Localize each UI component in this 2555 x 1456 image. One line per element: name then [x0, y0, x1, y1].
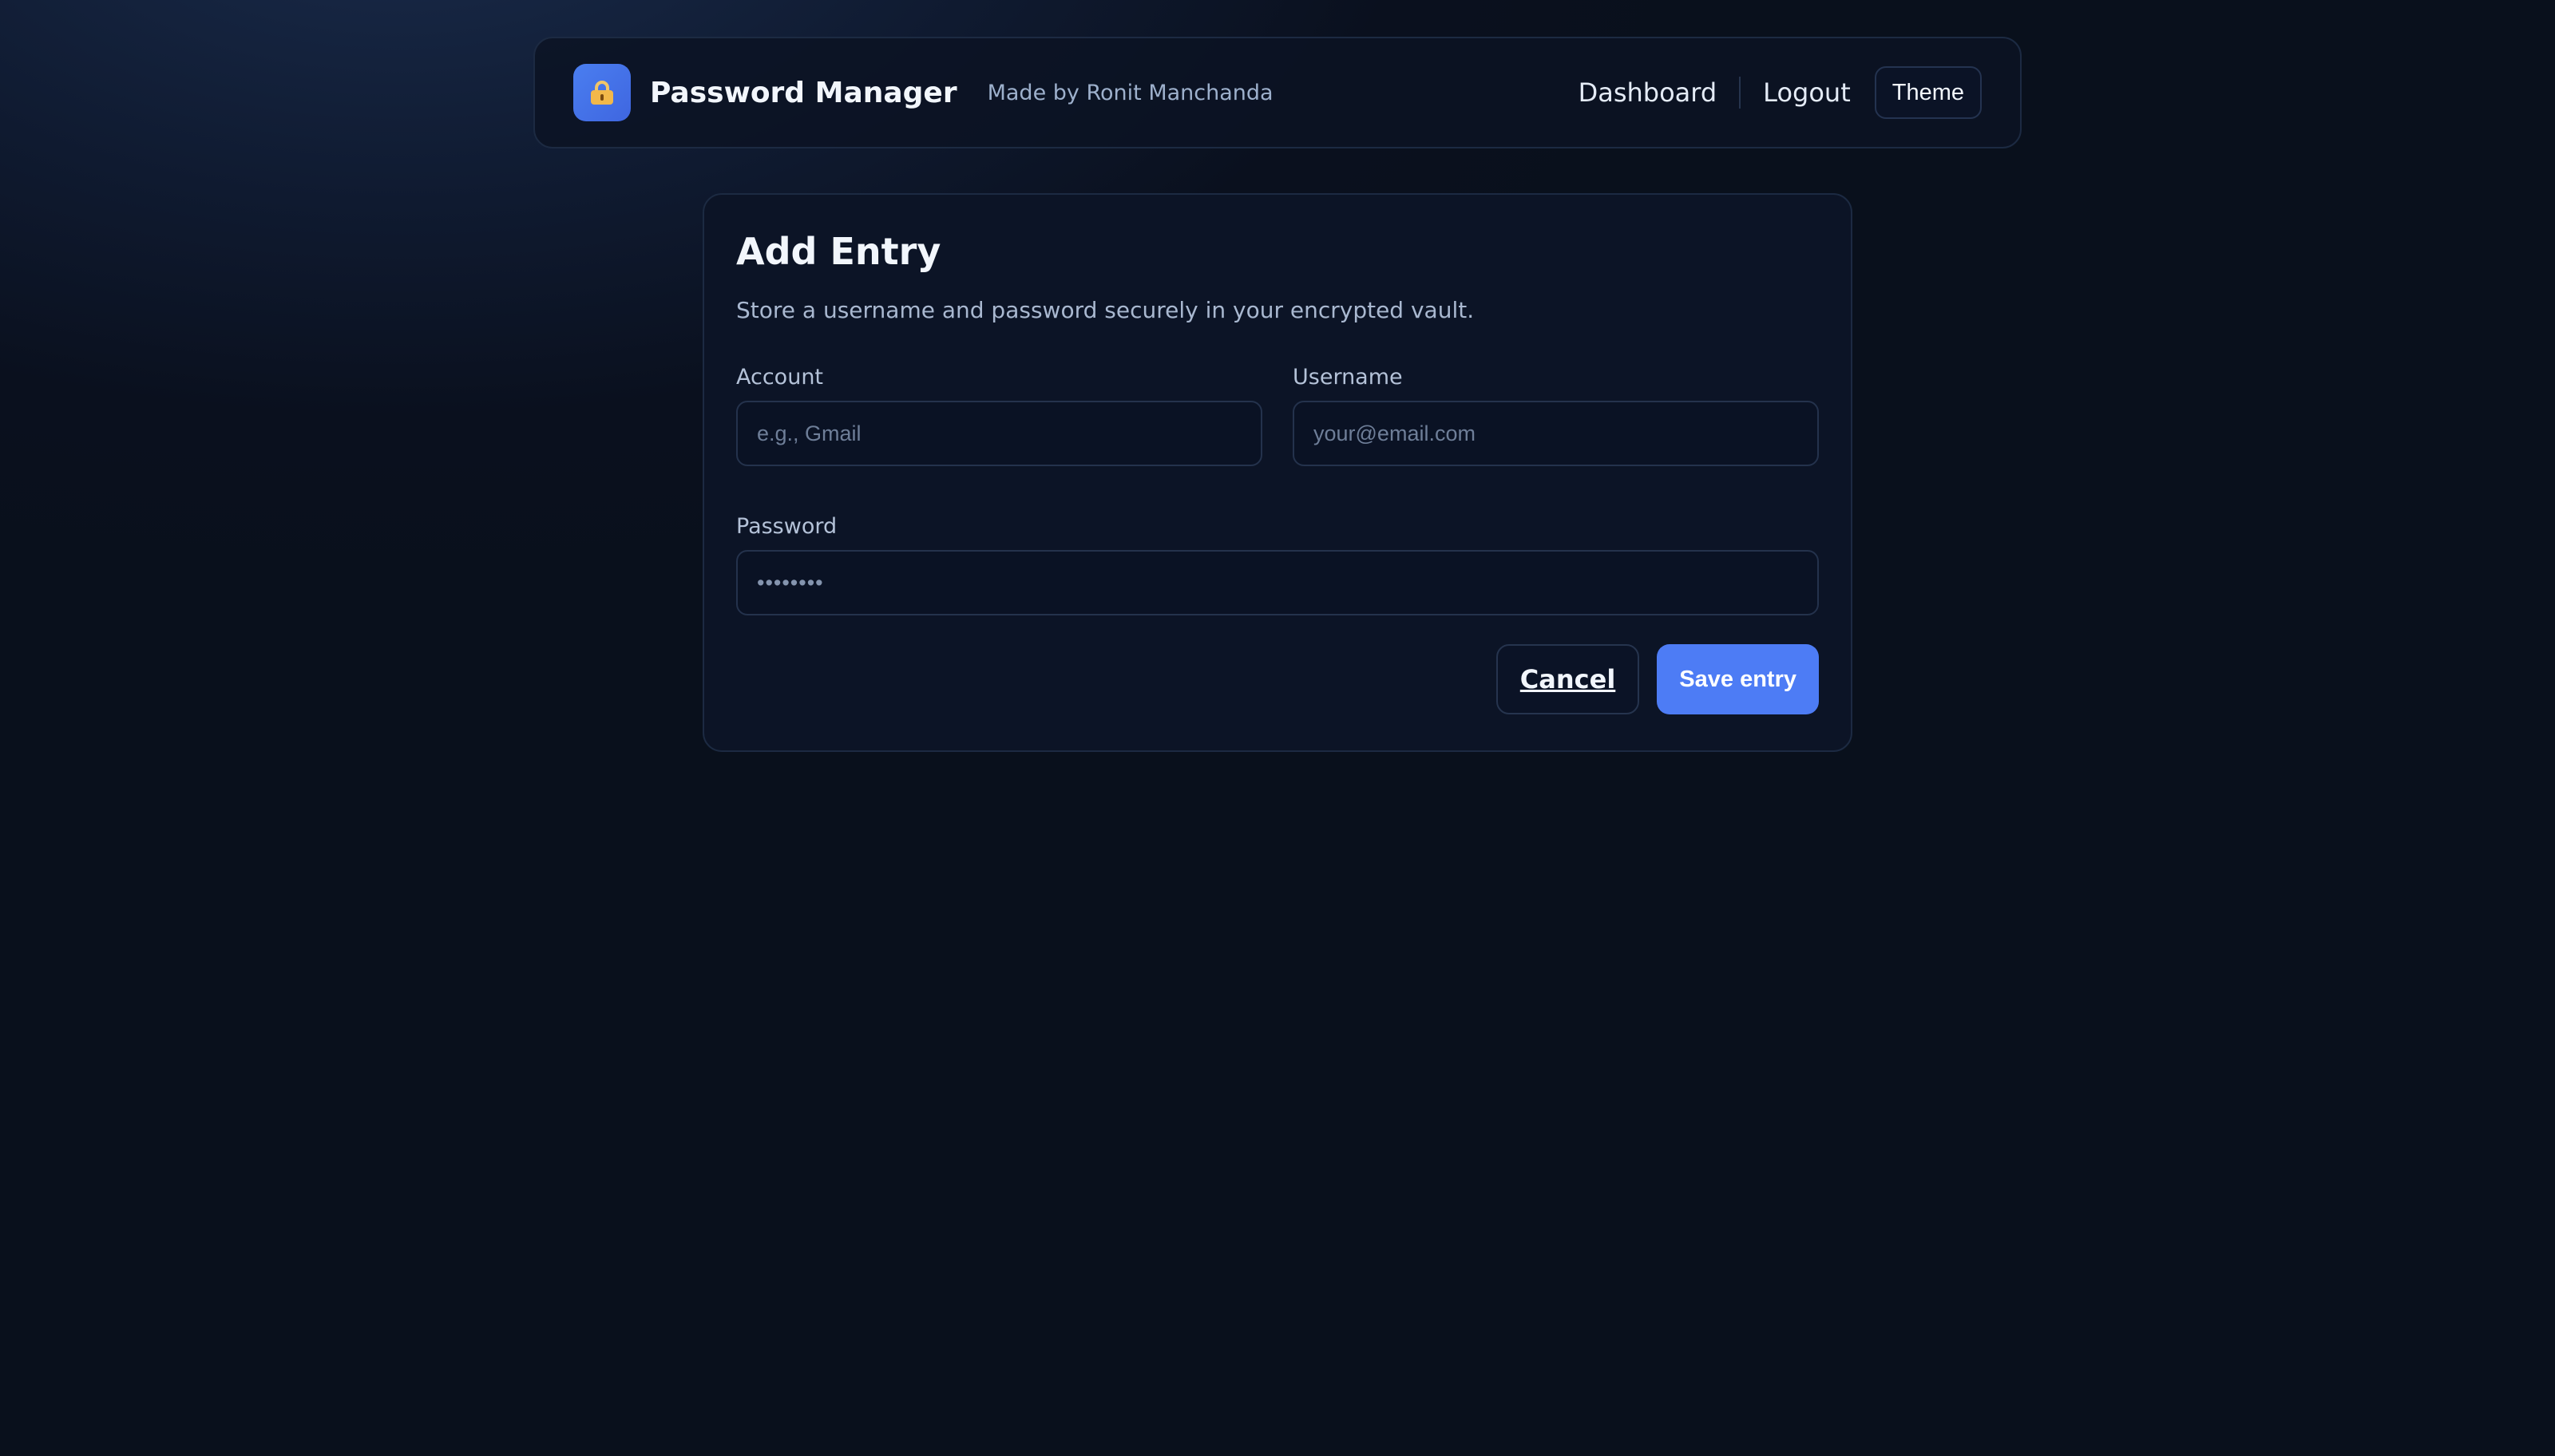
- form-actions: Cancel Save entry: [736, 644, 1819, 714]
- top-nav: Dashboard Logout Theme: [1579, 66, 1982, 119]
- nav-dashboard-link[interactable]: Dashboard: [1579, 77, 1717, 108]
- account-field-group: Account: [736, 365, 1262, 466]
- add-entry-card: Add Entry Store a username and password …: [703, 193, 1852, 752]
- nav-divider: [1739, 77, 1741, 109]
- account-username-row: Account Username: [736, 365, 1819, 466]
- app-subtitle: Made by Ronit Manchanda: [987, 80, 1274, 105]
- account-label: Account: [736, 365, 824, 390]
- password-field-group: Password: [736, 514, 1819, 615]
- app-logo: [573, 64, 631, 121]
- page-title: Add Entry: [736, 230, 941, 273]
- lock-icon: [591, 81, 613, 105]
- theme-toggle-button[interactable]: Theme: [1874, 66, 1982, 119]
- page-description: Store a username and password securely i…: [736, 297, 1475, 323]
- account-input[interactable]: [736, 401, 1262, 466]
- password-row: Password: [736, 514, 1819, 615]
- save-entry-button[interactable]: Save entry: [1657, 644, 1819, 714]
- app-title: Password Manager: [650, 76, 957, 109]
- app-header: Password Manager Made by Ronit Manchanda…: [533, 37, 2022, 148]
- cancel-button[interactable]: Cancel: [1495, 644, 1640, 714]
- password-input[interactable]: [736, 550, 1819, 615]
- username-field-group: Username: [1293, 365, 1819, 466]
- nav-logout-link[interactable]: Logout: [1763, 77, 1851, 108]
- username-label: Username: [1293, 365, 1403, 390]
- username-input[interactable]: [1293, 401, 1819, 466]
- password-label: Password: [736, 514, 838, 539]
